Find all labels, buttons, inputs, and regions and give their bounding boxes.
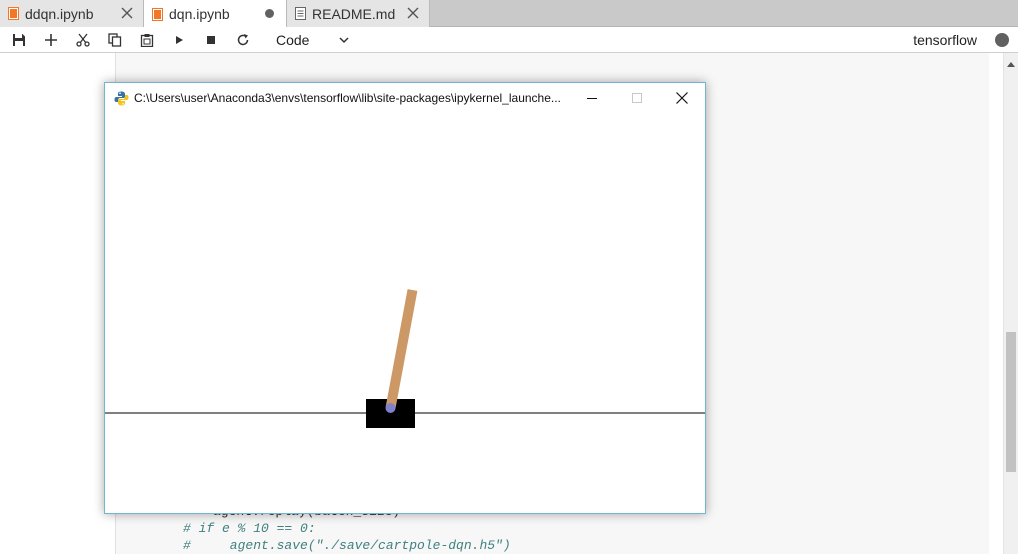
- tab-label: ddqn.ipynb: [25, 5, 94, 22]
- stop-button[interactable]: [202, 31, 220, 49]
- cell-type-value: Code: [276, 32, 310, 48]
- python-icon: [114, 91, 129, 106]
- notebook-icon: [152, 7, 163, 21]
- code-line: # if e % 10 == 0:: [183, 521, 316, 536]
- chevron-down-icon: [339, 37, 349, 44]
- scrollbar-thumb[interactable]: [1006, 332, 1016, 472]
- add-cell-button[interactable]: [42, 31, 60, 49]
- tab-bar: ddqn.ipynb dqn.ipynb README.md: [0, 0, 1018, 28]
- window-close-button[interactable]: [659, 83, 704, 113]
- run-button[interactable]: [170, 31, 188, 49]
- render-window[interactable]: C:\Users\user\Anaconda3\envs\tensorflow\…: [104, 82, 706, 514]
- tab-label: dqn.ipynb: [169, 6, 230, 22]
- tab-ddqn[interactable]: ddqn.ipynb: [0, 0, 144, 27]
- save-icon: [13, 34, 25, 46]
- window-titlebar[interactable]: C:\Users\user\Anaconda3\envs\tensorflow\…: [105, 83, 705, 113]
- restart-icon: [237, 34, 249, 46]
- notebook-icon: [8, 7, 19, 20]
- window-title: C:\Users\user\Anaconda3\envs\tensorflow\…: [134, 91, 561, 105]
- notebook-toolbar: Code tensorflow: [0, 27, 1018, 53]
- vertical-scrollbar[interactable]: [1003, 53, 1018, 554]
- copy-button[interactable]: [106, 31, 124, 49]
- maximize-button[interactable]: [614, 83, 659, 113]
- restart-button[interactable]: [234, 31, 252, 49]
- unsaved-dot-icon[interactable]: [265, 9, 274, 18]
- cartpole-canvas: [105, 289, 705, 428]
- document-icon: [295, 7, 306, 20]
- close-icon[interactable]: [120, 6, 134, 20]
- save-button[interactable]: [10, 31, 28, 49]
- axle: [385, 403, 396, 413]
- code-line: # agent.save("./save/cartpole-dqn.h5"): [183, 538, 511, 553]
- cell-type-select[interactable]: Code: [270, 31, 354, 49]
- add-cell-icon: [45, 34, 57, 46]
- scroll-up-icon[interactable]: [1007, 62, 1015, 67]
- stop-icon: [207, 36, 215, 44]
- run-icon: [176, 36, 183, 44]
- kernel-status-icon: [995, 33, 1009, 47]
- maximize-icon: [631, 93, 642, 103]
- cut-button[interactable]: [74, 31, 92, 49]
- close-icon: [675, 92, 688, 104]
- paste-icon: [140, 34, 154, 47]
- tab-label: README.md: [312, 5, 396, 22]
- tab-readme[interactable]: README.md: [287, 0, 430, 27]
- kernel-name[interactable]: tensorflow: [913, 32, 977, 48]
- tab-dqn[interactable]: dqn.ipynb: [144, 0, 287, 28]
- copy-icon: [108, 33, 122, 47]
- minimize-button[interactable]: [569, 83, 614, 113]
- cut-icon: [76, 33, 90, 47]
- paste-button[interactable]: [138, 31, 156, 49]
- close-icon[interactable]: [406, 6, 420, 20]
- minimize-icon: [586, 98, 597, 99]
- pole: [385, 289, 418, 409]
